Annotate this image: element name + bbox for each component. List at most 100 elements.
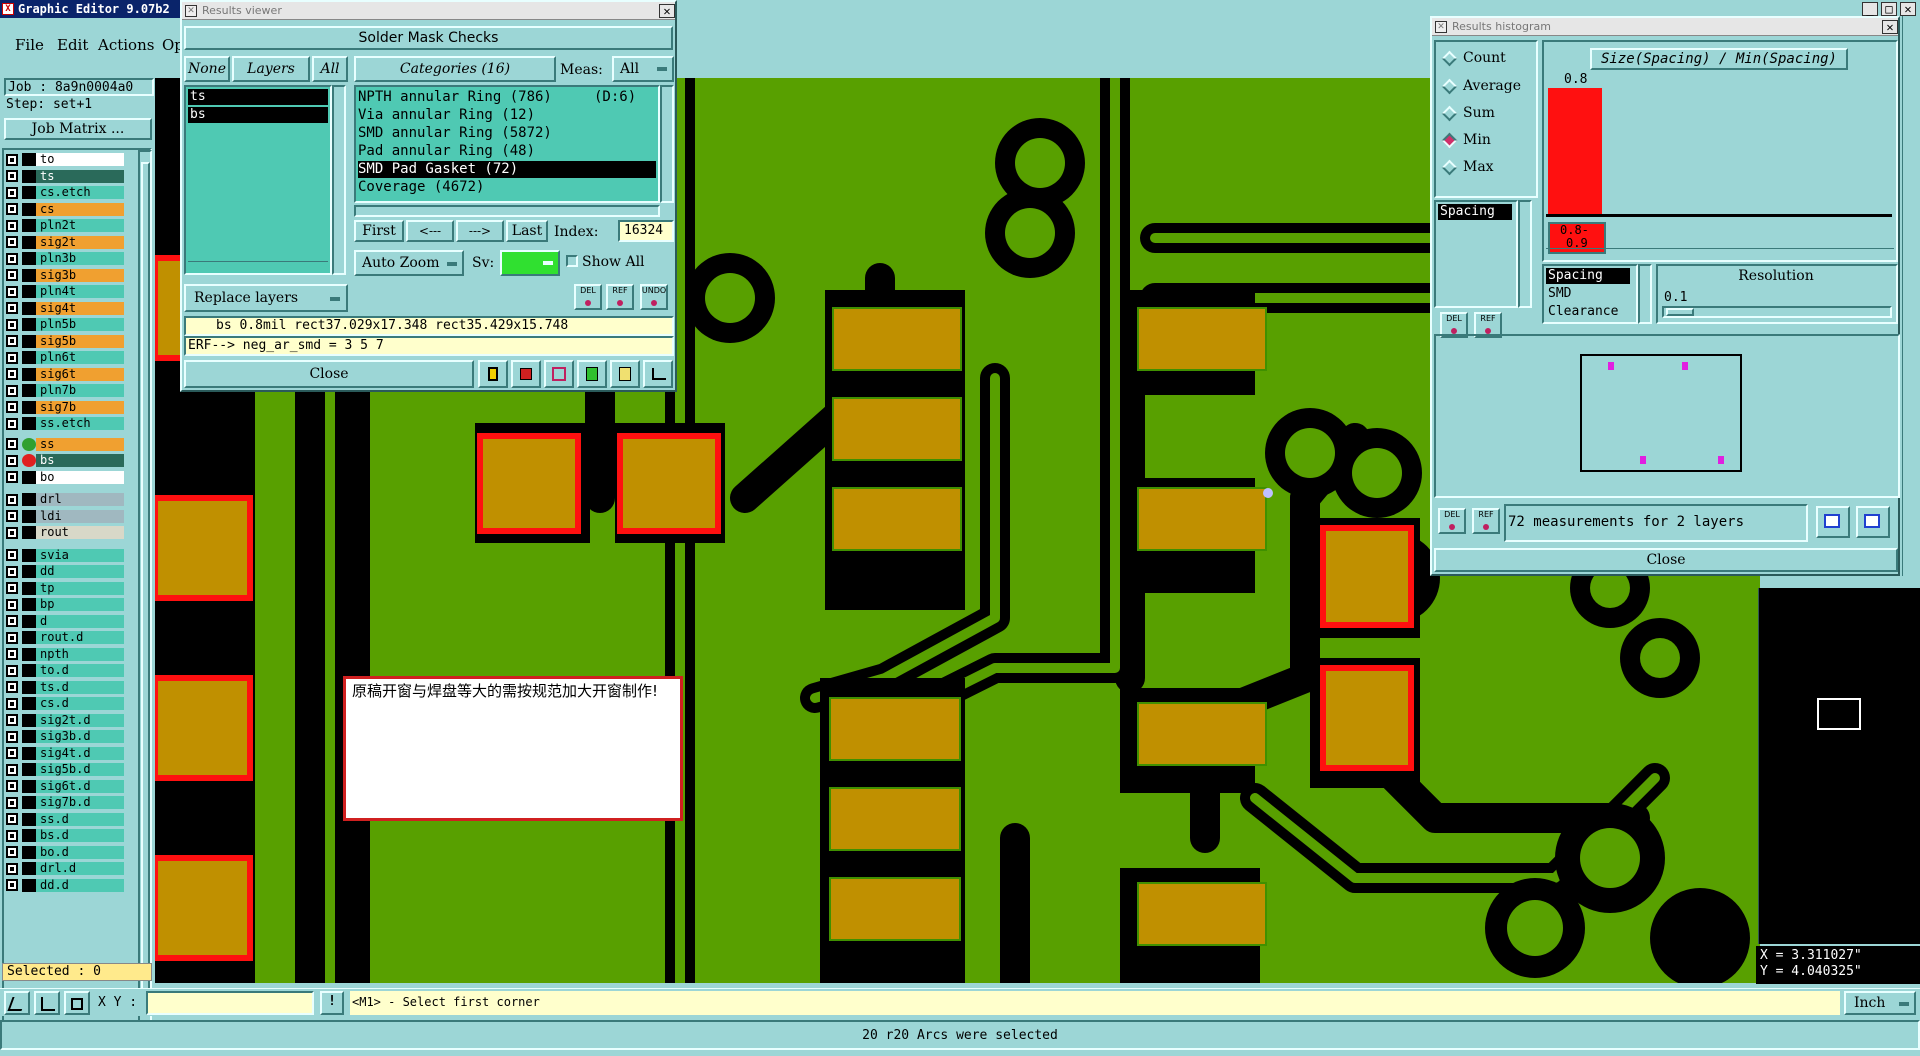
hist-del-button[interactable]: DEL	[1438, 508, 1466, 534]
layer-checkbox[interactable]	[6, 302, 18, 314]
layer-checkbox[interactable]	[6, 401, 18, 413]
layer-row[interactable]: sig3b	[6, 268, 124, 283]
layer-checkbox[interactable]	[6, 846, 18, 858]
layer-checkbox[interactable]	[6, 203, 18, 215]
layer-row[interactable]: pln5b	[6, 317, 124, 332]
measure-item[interactable]: SMD	[1546, 286, 1630, 302]
results-viewer-titlebar[interactable]: ✕ Results viewer	[182, 2, 675, 20]
layer-row[interactable]: cs	[6, 202, 124, 217]
category-item[interactable]: Coverage (4672)	[358, 179, 656, 196]
grid-icon[interactable]	[64, 991, 90, 1015]
layer-checkbox[interactable]	[6, 664, 18, 677]
histogram-titlebar[interactable]: ✕ Results histogram	[1432, 18, 1898, 36]
all-button[interactable]: All	[312, 56, 348, 82]
layer-checkbox[interactable]	[6, 252, 18, 265]
layer-row[interactable]: ldi	[6, 509, 124, 524]
next-button[interactable]: --->	[456, 220, 504, 242]
tool-icon-2[interactable]	[511, 360, 541, 388]
histogram-h-scrollbar[interactable]	[1546, 248, 1894, 258]
layer-checkbox[interactable]	[6, 170, 18, 182]
layer-row[interactable]: bo.d	[6, 845, 124, 860]
layer-checkbox[interactable]	[6, 438, 18, 450]
layer-checkbox[interactable]	[6, 763, 18, 776]
layer-results-item[interactable]: bs	[188, 107, 328, 123]
menu-edit[interactable]: Edit	[57, 36, 88, 54]
layer-row[interactable]: ss.d	[6, 812, 124, 827]
layer-checkbox[interactable]	[6, 714, 18, 726]
main-maximize-button[interactable]: □	[1881, 2, 1897, 16]
categories-list[interactable]: NPTH annular Ring (786) (D:6) Via annula…	[354, 85, 660, 203]
measure-list[interactable]: Spacing SMD Clearance	[1542, 264, 1638, 324]
layer-checkbox[interactable]	[6, 269, 18, 281]
layer-checkbox[interactable]	[6, 681, 18, 693]
undo-button[interactable]: UNDO	[640, 284, 668, 310]
tool-icon-4[interactable]	[577, 360, 607, 388]
layer-checkbox[interactable]	[6, 285, 18, 298]
layer-checkbox[interactable]	[6, 549, 18, 561]
zoom-home-icon[interactable]	[1856, 506, 1890, 538]
measure-item[interactable]: Clearance	[1546, 304, 1630, 320]
layer-checkbox[interactable]	[6, 454, 18, 467]
spacing-list[interactable]: Spacing	[1434, 200, 1518, 308]
layer-row[interactable]: drl	[6, 492, 124, 507]
layer-row[interactable]: pln7b	[6, 383, 124, 398]
category-item[interactable]: Via annular Ring (12)	[358, 107, 656, 124]
layer-checkbox[interactable]	[6, 471, 18, 483]
sv-color-dropdown[interactable]	[500, 250, 560, 276]
board-preview[interactable]	[1434, 334, 1900, 498]
layer-row[interactable]: sig6t	[6, 367, 124, 382]
layer-checkbox[interactable]	[6, 879, 18, 891]
radio-average[interactable]: Average	[1441, 78, 1521, 94]
main-close-button[interactable]: ✕	[1900, 2, 1916, 16]
layer-row[interactable]: bp	[6, 597, 124, 612]
layer-checkbox[interactable]	[6, 219, 18, 232]
layer-checkbox[interactable]	[6, 368, 18, 380]
histogram-close-button[interactable]: Close	[1434, 548, 1898, 572]
layer-checkbox[interactable]	[6, 598, 18, 611]
layer-row[interactable]: cs.etch	[6, 185, 124, 200]
units-dropdown[interactable]: Inch	[1844, 991, 1916, 1015]
tool-icon-5[interactable]	[610, 360, 640, 388]
layer-list-scrollbar[interactable]	[138, 150, 152, 1030]
category-item[interactable]: SMD annular Ring (5872)	[358, 125, 656, 142]
hist-ref-button[interactable]: REF	[1472, 508, 1500, 534]
layer-row[interactable]: pln4t	[6, 284, 124, 299]
layer-row[interactable]: sig2t.d	[6, 713, 124, 728]
layer-checkbox[interactable]	[6, 747, 18, 759]
layer-row[interactable]: tp	[6, 581, 124, 596]
layer-row[interactable]: ts.d	[6, 680, 124, 695]
layer-row[interactable]: sig3b.d	[6, 729, 124, 744]
index-field[interactable]: 16324	[618, 220, 674, 242]
results-viewer-close-icon[interactable]: ✕	[659, 4, 675, 18]
layer-row[interactable]: ss.etch	[6, 416, 124, 431]
layer-checkbox[interactable]	[6, 615, 18, 627]
layer-checkbox[interactable]	[6, 493, 18, 506]
xy-input[interactable]	[146, 991, 314, 1015]
job-matrix-button[interactable]: Job Matrix ...	[4, 118, 152, 140]
layer-row[interactable]: rout.d	[6, 630, 124, 645]
replace-layers-dropdown[interactable]: Replace layers	[184, 284, 348, 312]
chart-icon[interactable]	[643, 360, 673, 388]
layer-checkbox[interactable]	[6, 565, 18, 578]
spacing-list-item[interactable]: Spacing	[1438, 204, 1512, 220]
layer-row[interactable]: npth	[6, 647, 124, 662]
layer-row[interactable]: pln6t	[6, 350, 124, 365]
categories-scrollbar[interactable]	[660, 85, 674, 203]
show-all-checkbox[interactable]	[566, 255, 578, 267]
meas-dropdown[interactable]: All	[612, 56, 674, 82]
radio-sum[interactable]: Sum	[1441, 105, 1495, 121]
layer-checkbox[interactable]	[6, 318, 18, 331]
layer-checkbox[interactable]	[6, 780, 18, 792]
scroll-thumb[interactable]	[141, 162, 150, 1012]
layer-checkbox[interactable]	[6, 526, 18, 539]
layer-row[interactable]: sig7b	[6, 400, 124, 415]
slider-thumb[interactable]	[1666, 308, 1694, 316]
layer-row[interactable]: pln2t	[6, 218, 124, 233]
category-item[interactable]: NPTH annular Ring (786) (D:6)	[358, 89, 656, 106]
layer-checkbox[interactable]	[6, 829, 18, 842]
menu-file[interactable]: File	[15, 36, 44, 54]
measure-list-scrollbar[interactable]	[1638, 264, 1652, 324]
layer-checkbox[interactable]	[6, 236, 18, 248]
radio-count[interactable]: Count	[1441, 50, 1506, 66]
layer-checkbox[interactable]	[6, 582, 18, 594]
